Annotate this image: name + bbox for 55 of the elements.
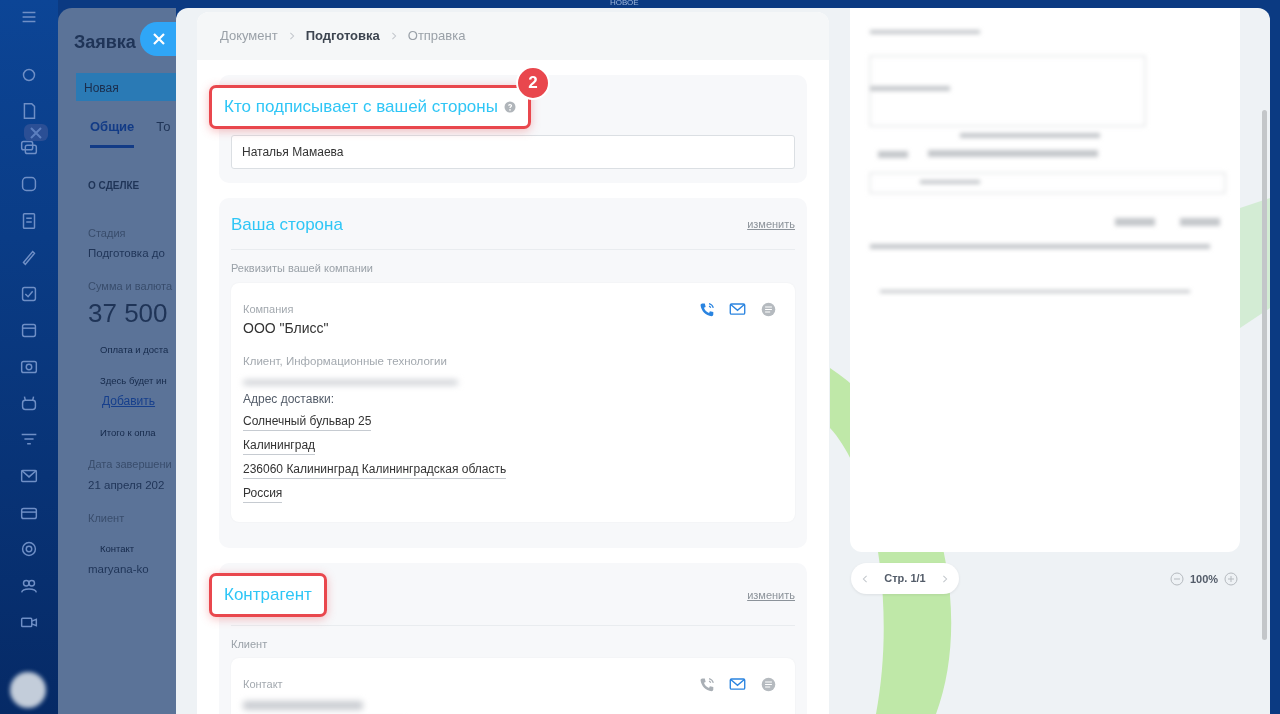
help-icon[interactable] — [503, 100, 516, 113]
section-title: О СДЕЛКЕ — [88, 178, 141, 193]
party-type: Контакт — [243, 677, 284, 693]
page-navigator[interactable]: Стр. 1/1 — [851, 563, 959, 594]
breadcrumb-step[interactable]: Отправка — [407, 26, 466, 46]
phone-icon[interactable] — [698, 300, 715, 318]
field-note: Здесь будет ин — [100, 373, 168, 388]
tab[interactable]: То — [156, 117, 171, 148]
party-type: Компания — [243, 301, 295, 317]
plus-icon — [1224, 572, 1239, 587]
step-badge: 2 — [515, 66, 550, 100]
breadcrumb-step[interactable]: Документ — [220, 26, 278, 46]
company-description: Клиент, Информационные технологии — [243, 354, 448, 369]
scrollbar[interactable] — [1262, 110, 1267, 640]
close-icon — [152, 32, 166, 46]
change-link[interactable]: изменить — [747, 586, 795, 604]
field-note: Контакт — [100, 542, 136, 557]
add-link[interactable]: Добавить — [102, 391, 176, 410]
zoom-level: 100% — [1190, 572, 1219, 587]
section-heading: Ваша сторона — [231, 213, 343, 236]
change-link[interactable]: изменить — [747, 216, 795, 233]
section-heading: Кто подписывает с вашей стороны — [224, 96, 498, 118]
chevron-left-icon — [861, 573, 869, 584]
address-line[interactable]: Россия — [243, 484, 283, 504]
close-button[interactable] — [140, 22, 176, 56]
field-note: Оплата и доста — [100, 343, 170, 358]
address-line[interactable]: Солнечный бульвар 25 — [243, 412, 372, 432]
stage-bar[interactable]: Новая — [76, 73, 176, 101]
field-value: maryana-ko — [88, 561, 150, 577]
chevron-icon — [287, 31, 296, 41]
signer-field[interactable]: Наталья Мамаева — [231, 134, 795, 169]
address-label: Адрес доставки: — [243, 391, 336, 409]
company-name: ООО "Блисс" — [243, 319, 330, 338]
mail-icon[interactable] — [729, 300, 746, 318]
close-icon[interactable] — [24, 124, 48, 141]
chevron-right-icon — [941, 573, 949, 584]
field-value: 21 апреля 202 — [88, 477, 166, 493]
top-label: НОВОЕ — [610, 0, 639, 7]
address-line[interactable]: Калининград — [243, 436, 316, 456]
chat-icon[interactable] — [760, 676, 777, 694]
chat-icon[interactable] — [760, 300, 777, 318]
field-value: Подготовка до — [88, 246, 166, 261]
deal-title: Заявка — [74, 32, 136, 54]
section-subtitle: Клиент — [231, 636, 269, 652]
amount-value: 37 500 — [88, 298, 169, 328]
phone-icon[interactable] — [698, 676, 715, 694]
section-heading: Контрагент — [224, 584, 312, 607]
section-subtitle: Реквизиты вашей компании — [231, 261, 374, 276]
minus-icon — [1170, 572, 1184, 587]
tab[interactable]: Общие — [90, 117, 135, 148]
page-counter: Стр. 1/1 — [884, 571, 926, 587]
breadcrumb-step[interactable]: Подготовка — [305, 26, 380, 46]
address-line[interactable]: 236060 Калининград Калининградская область — [243, 460, 507, 480]
field-note: Итого к опла — [100, 425, 157, 440]
chevron-icon — [389, 31, 398, 41]
